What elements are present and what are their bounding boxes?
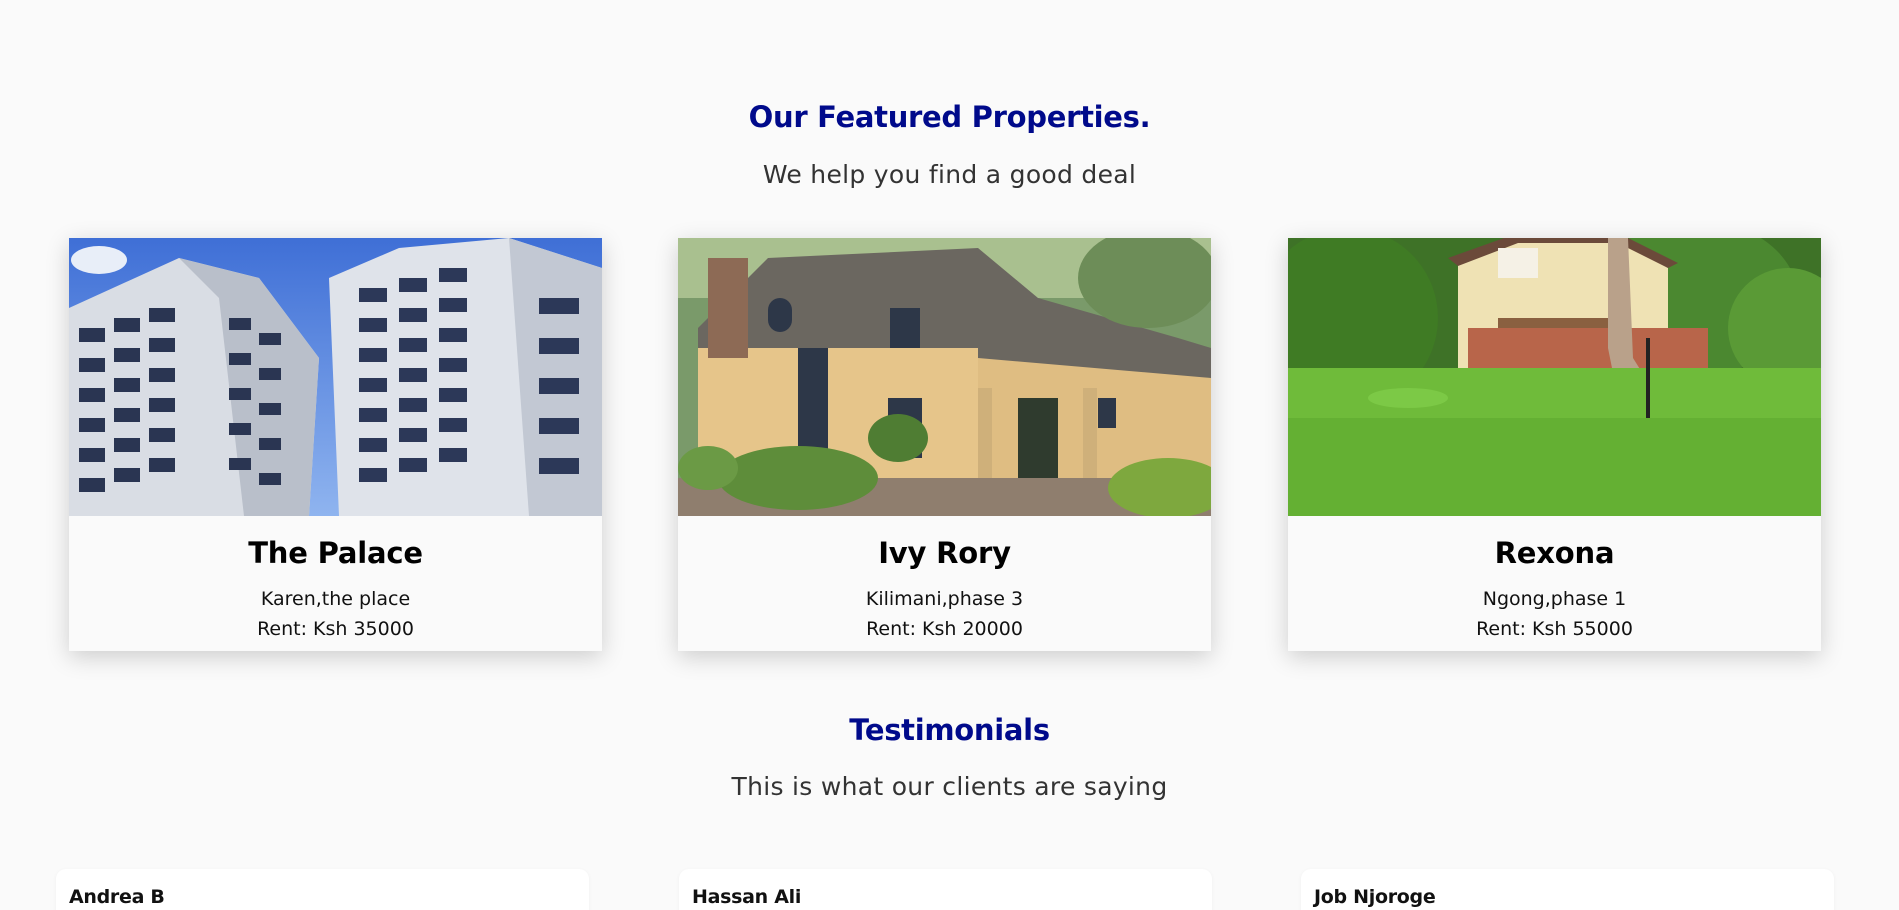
house-with-lawn-photo <box>1288 238 1821 516</box>
property-card[interactable]: Ivy Rory Kilimani,phase 3 Rent: Ksh 2000… <box>678 238 1211 651</box>
testimonial-cards: Andrea B Hassan Ali Job Njoroge <box>56 869 1836 910</box>
property-card-body: Ivy Rory Kilimani,phase 3 Rent: Ksh 2000… <box>678 516 1211 640</box>
property-card[interactable]: The Palace Karen,the place Rent: Ksh 350… <box>69 238 602 651</box>
property-name: The Palace <box>248 536 423 570</box>
property-location: Ngong,phase 1 <box>1482 588 1627 610</box>
testimonials-title: Testimonials <box>849 713 1050 747</box>
testimonial-author: Andrea B <box>69 886 165 908</box>
property-name: Ivy Rory <box>878 536 1011 570</box>
property-card[interactable]: Rexona Ngong,phase 1 Rent: Ksh 55000 <box>1288 238 1821 651</box>
testimonials-subtitle: This is what our clients are saying <box>731 772 1168 801</box>
testimonial-card: Hassan Ali <box>679 869 1212 910</box>
testimonial-card: Andrea B <box>56 869 589 910</box>
testimonial-card: Job Njoroge <box>1301 869 1834 910</box>
property-rent: Rent: Ksh 55000 <box>1476 618 1633 640</box>
property-rent: Rent: Ksh 35000 <box>257 618 414 640</box>
apartment-towers-photo <box>69 238 602 516</box>
featured-header: Our Featured Properties. We help you fin… <box>0 100 1899 189</box>
featured-subtitle: We help you find a good deal <box>762 160 1137 189</box>
featured-title: Our Featured Properties. <box>748 100 1151 134</box>
testimonials-header: Testimonials This is what our clients ar… <box>0 713 1899 801</box>
suburban-house-photo <box>678 238 1211 516</box>
testimonial-author: Hassan Ali <box>692 886 802 908</box>
property-name: Rexona <box>1494 536 1615 570</box>
property-cards: The Palace Karen,the place Rent: Ksh 350… <box>69 238 1821 651</box>
property-card-body: Rexona Ngong,phase 1 Rent: Ksh 55000 <box>1288 516 1821 640</box>
page: Our Featured Properties. We help you fin… <box>0 0 1899 910</box>
testimonial-author: Job Njoroge <box>1314 886 1436 908</box>
property-rent: Rent: Ksh 20000 <box>866 618 1023 640</box>
property-card-body: The Palace Karen,the place Rent: Ksh 350… <box>69 516 602 640</box>
property-location: Kilimani,phase 3 <box>865 588 1024 610</box>
property-location: Karen,the place <box>260 588 411 610</box>
